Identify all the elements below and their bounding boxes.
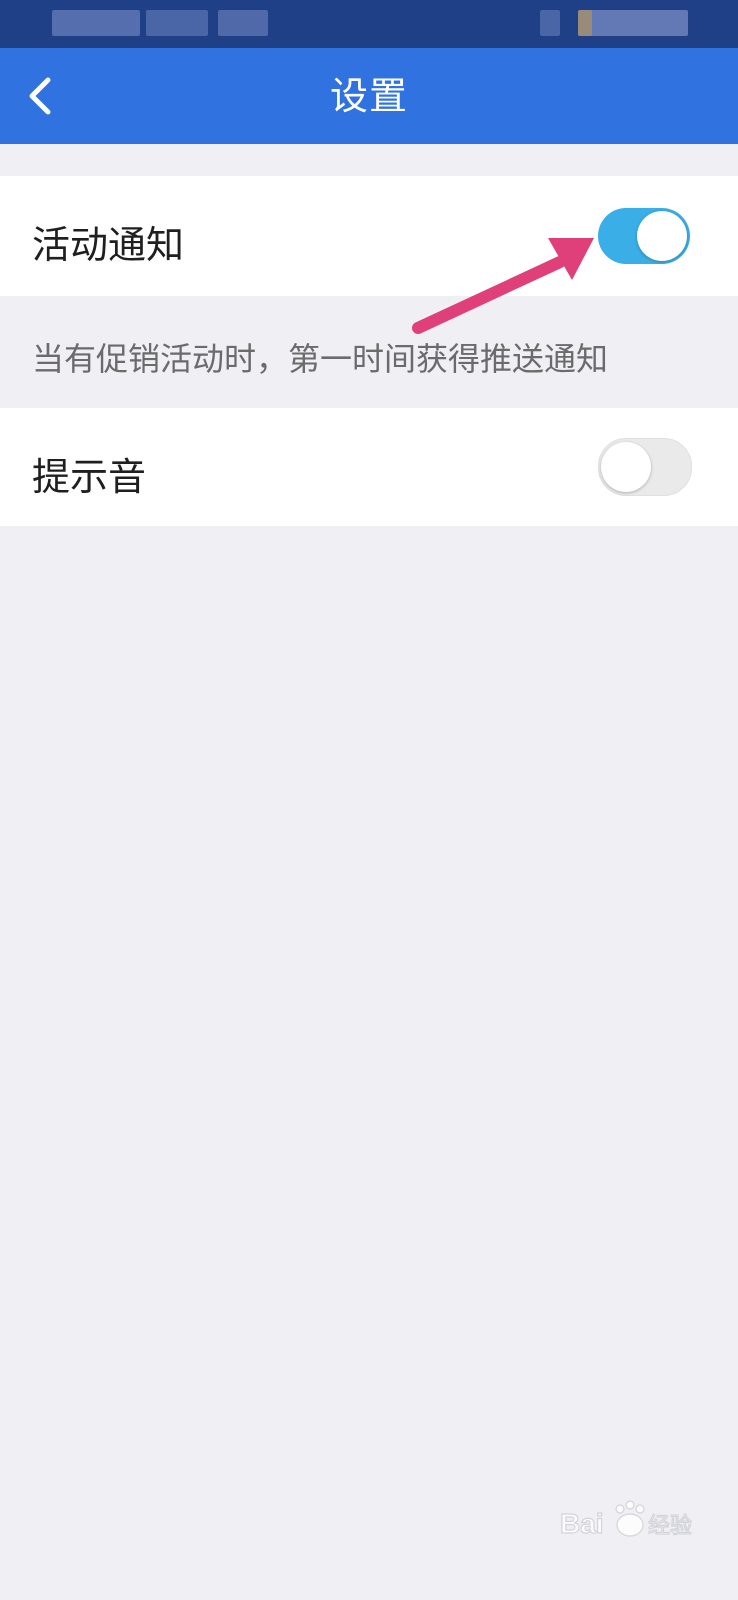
- notification-sound-label: 提示音: [32, 455, 147, 499]
- svg-text:经验: 经验: [648, 1514, 692, 1539]
- status-bar-obscured-left: [52, 10, 140, 36]
- status-bar-obscured-right: [578, 10, 592, 36]
- toggle-knob: [601, 442, 651, 492]
- chevron-left-icon: [29, 77, 51, 115]
- status-bar: [0, 0, 738, 48]
- settings-screen: 设置 活动通知 当有促销活动时，第一时间获得推送通知 提示音 Bai 经验: [0, 0, 738, 1600]
- activity-notification-description: 当有促销活动时，第一时间获得推送通知: [32, 340, 609, 378]
- status-bar-obscured-left: [218, 10, 268, 36]
- baidu-jingyan-watermark: Bai 经验: [559, 1495, 720, 1555]
- page-title: 设置: [329, 74, 408, 118]
- setting-row-activity-notification: 活动通知: [0, 176, 738, 296]
- setting-row-notification-sound: 提示音: [0, 408, 738, 526]
- svg-text:Bai: Bai: [560, 1508, 604, 1539]
- toggle-knob: [637, 211, 687, 261]
- notification-sound-toggle[interactable]: [598, 438, 692, 496]
- status-bar-obscured-right: [578, 10, 688, 36]
- back-button[interactable]: [16, 72, 64, 120]
- status-bar-obscured-right: [540, 10, 560, 36]
- status-bar-obscured-left: [146, 10, 208, 36]
- activity-notification-label: 活动通知: [32, 223, 185, 267]
- nav-bar: 设置: [0, 48, 738, 144]
- activity-notification-toggle[interactable]: [598, 208, 690, 264]
